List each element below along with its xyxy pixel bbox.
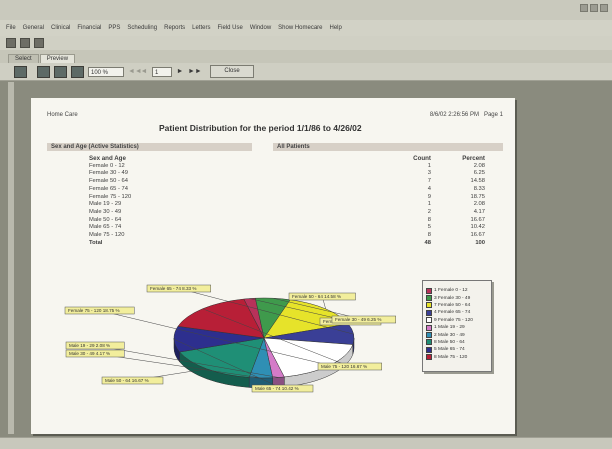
legend-label: 9 Female 75 - 120 bbox=[434, 317, 473, 323]
close-button[interactable]: Close bbox=[210, 65, 254, 78]
status-bar bbox=[0, 437, 612, 449]
slice-label: Male 19 - 29 2.08 % bbox=[69, 343, 110, 348]
two-page-icon[interactable] bbox=[54, 65, 67, 78]
legend-swatch bbox=[426, 302, 432, 309]
menu-item-pps[interactable]: PPS bbox=[108, 25, 120, 31]
legend-swatch bbox=[426, 295, 432, 302]
slice-label: Male 75 - 120 16.67 % bbox=[321, 364, 367, 369]
tab-select[interactable]: Select bbox=[8, 54, 39, 63]
legend-label: 7 Female 50 - 64 bbox=[434, 302, 471, 308]
tab-strip: Select Preview bbox=[0, 50, 612, 63]
minimize-icon[interactable] bbox=[580, 4, 588, 12]
legend-entry: 8 Male 50 - 64 bbox=[423, 339, 491, 346]
legend-label: 3 Female 30 - 49 bbox=[434, 295, 471, 301]
previous-page-button[interactable]: ◄ bbox=[140, 68, 148, 75]
legend-swatch bbox=[426, 339, 432, 346]
slice-label: Male 65 - 74 10.42 % bbox=[255, 386, 299, 391]
legend-entry: 9 Female 75 - 120 bbox=[423, 317, 491, 324]
preview-toolbar: 100 % ◄◄ ◄ 1 ► ►► Close bbox=[0, 63, 612, 81]
legend-swatch bbox=[426, 317, 432, 324]
window-controls[interactable] bbox=[580, 4, 608, 12]
quick-access-bar bbox=[0, 36, 612, 50]
legend-label: 5 Male 65 - 74 bbox=[434, 347, 465, 353]
print-icon[interactable] bbox=[6, 38, 16, 48]
legend-swatch bbox=[426, 324, 432, 331]
legend-entry: 1 Male 19 - 29 bbox=[423, 324, 491, 331]
menu-item-show-homecare[interactable]: Show Homecare bbox=[278, 25, 322, 31]
multi-page-icon[interactable] bbox=[71, 65, 84, 78]
next-page-button[interactable]: ► bbox=[176, 68, 184, 75]
legend-entry: 7 Female 50 - 64 bbox=[423, 302, 491, 309]
export-icon[interactable] bbox=[34, 38, 44, 48]
menu-item-general[interactable]: General bbox=[23, 25, 44, 31]
slice-label: Female 50 - 64 14.58 % bbox=[292, 294, 341, 299]
legend-entry: 5 Male 65 - 74 bbox=[423, 346, 491, 353]
menu-item-clinical[interactable]: Clinical bbox=[51, 25, 70, 31]
menu-item-letters[interactable]: Letters bbox=[192, 25, 210, 31]
menu-item-financial[interactable]: Financial bbox=[77, 25, 101, 31]
legend-entry: 1 Female 0 - 12 bbox=[423, 287, 491, 294]
legend-swatch bbox=[426, 332, 432, 339]
menu-item-reports[interactable]: Reports bbox=[164, 25, 185, 31]
slice-label: Male 30 - 49 4.17 % bbox=[69, 351, 110, 356]
legend-entry: 4 Female 65 - 74 bbox=[423, 309, 491, 316]
legend-label: 8 Male 50 - 64 bbox=[434, 339, 465, 345]
legend-entry: 8 Male 75 - 120 bbox=[423, 354, 491, 361]
legend-label: 4 Female 65 - 74 bbox=[434, 310, 471, 316]
legend-label: 1 Female 0 - 12 bbox=[434, 288, 468, 294]
slice-label: Female 75 - 120 18.75 % bbox=[68, 308, 120, 313]
slice-label: Male 50 - 64 16.67 % bbox=[105, 378, 149, 383]
save-icon[interactable] bbox=[20, 38, 30, 48]
zoom-input[interactable]: 100 % bbox=[88, 66, 124, 77]
single-page-icon[interactable] bbox=[37, 65, 50, 78]
legend-label: 2 Male 30 - 49 bbox=[434, 332, 465, 338]
menu-item-scheduling[interactable]: Scheduling bbox=[127, 25, 157, 31]
report-page: Home Care 8/6/02 2:26:56 PM Page 1 Patie… bbox=[31, 98, 515, 434]
legend-entry: 3 Female 30 - 49 bbox=[423, 294, 491, 302]
first-page-button[interactable]: ◄◄ bbox=[128, 68, 142, 75]
menu-item-help[interactable]: Help bbox=[330, 25, 342, 31]
legend-swatch bbox=[426, 287, 432, 294]
legend-label: 8 Male 75 - 120 bbox=[434, 354, 468, 360]
printer-icon[interactable] bbox=[14, 65, 27, 78]
menu-item-file[interactable]: File bbox=[6, 25, 16, 31]
slice-label: Female 65 - 74 8.33 % bbox=[150, 286, 196, 291]
slice-label: Female 30 - 49 6.25 % bbox=[335, 317, 381, 322]
tab-preview[interactable]: Preview bbox=[39, 54, 76, 63]
last-page-button[interactable]: ►► bbox=[188, 68, 202, 75]
page-number-input[interactable]: 1 bbox=[152, 66, 172, 77]
chart-legend: 1 Female 0 - 12 3 Female 30 - 49 7 Female … bbox=[422, 280, 492, 372]
distribution-pie-chart: Female 0 - 12 2.08 %Female 30 - 49 6.25 … bbox=[64, 284, 396, 393]
maximize-icon[interactable] bbox=[590, 4, 598, 12]
legend-entry: 2 Male 30 - 49 bbox=[423, 331, 491, 339]
vertical-scrollbar[interactable] bbox=[8, 82, 14, 434]
legend-swatch bbox=[426, 346, 432, 353]
legend-label: 1 Male 19 - 29 bbox=[434, 325, 465, 331]
legend-swatch bbox=[426, 309, 432, 316]
window-title-bar bbox=[0, 0, 612, 21]
legend-swatch bbox=[426, 354, 432, 361]
close-icon[interactable] bbox=[600, 4, 608, 12]
menu-item-window[interactable]: Window bbox=[250, 25, 271, 31]
menu-item-field-use[interactable]: Field Use bbox=[217, 25, 242, 31]
menu-bar: File General Clinical Financial PPS Sche… bbox=[0, 20, 612, 36]
